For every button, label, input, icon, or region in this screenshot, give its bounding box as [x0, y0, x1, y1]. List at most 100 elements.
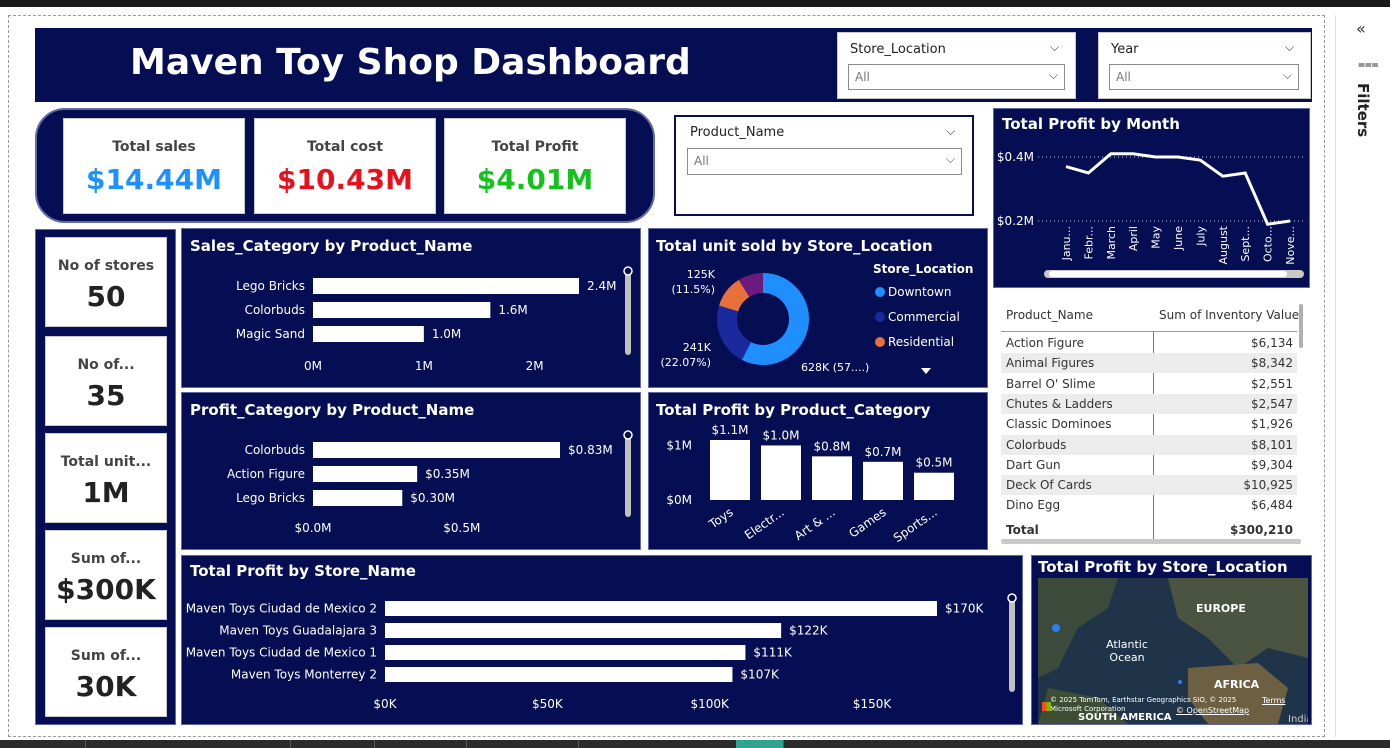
- store-location-slicer[interactable]: Store_Location ⌵ All ⌵: [837, 32, 1076, 99]
- chevron-down-icon[interactable]: ⌵: [1285, 40, 1294, 55]
- map-bubble[interactable]: [1052, 624, 1060, 632]
- table-row[interactable]: Deck Of Cards $10,925: [1001, 475, 1297, 496]
- inventory-value-cell: $2,547: [1251, 396, 1293, 411]
- category-label: Janu...: [1060, 226, 1073, 261]
- filters-label[interactable]: Filters: [1354, 83, 1372, 137]
- map-visual[interactable]: Total Profit by Store_Location EUROPE At…: [1031, 555, 1312, 725]
- tick-label: 2M: [526, 359, 544, 373]
- header-divider: [1001, 331, 1297, 332]
- tick-label: 0M: [304, 359, 322, 373]
- legend-marker: [875, 312, 885, 322]
- table-row[interactable]: Classic Dominoes $1,926: [1001, 414, 1297, 434]
- category-label: Octo...: [1262, 226, 1275, 262]
- tick-label: $0K: [373, 697, 397, 711]
- page-tab[interactable]: [375, 740, 467, 748]
- category-label: June: [1172, 226, 1185, 251]
- table-row[interactable]: Dino Egg $6,484: [1001, 495, 1297, 515]
- page-tab[interactable]: [291, 740, 375, 748]
- legend-marker: [875, 287, 885, 297]
- product-name-slicer[interactable]: Product_Name ⌵ All ⌵: [674, 115, 974, 216]
- side-kpi-card: Sum of... $300K: [45, 530, 167, 620]
- product-name-cell: Chutes & Ladders: [1006, 396, 1113, 411]
- tick-label: $0.0M: [294, 521, 331, 535]
- chevron-down-icon: ⌵: [1282, 68, 1292, 82]
- scroll-handle: [623, 430, 633, 440]
- profit-category-visual[interactable]: Profit_Category by Product_Name Colorbud…: [181, 392, 641, 550]
- page-tab[interactable]: [467, 740, 579, 748]
- map-bubble[interactable]: [1178, 680, 1182, 684]
- kpi-label: No of stores: [57, 258, 155, 274]
- table-row[interactable]: Chutes & Ladders $2,547: [1001, 393, 1297, 414]
- category-label: March: [1105, 226, 1118, 260]
- slicer-label: Store_Location: [850, 42, 946, 57]
- active-page-tab[interactable]: [736, 740, 784, 748]
- bar: [313, 278, 579, 294]
- profit-by-store-visual[interactable]: Total Profit by Store_Name Maven Toys Ci…: [181, 555, 1023, 725]
- category-label: August: [1217, 225, 1230, 264]
- side-kpi-card: Sum of... 30K: [45, 627, 167, 717]
- category-label: Magic Sand: [236, 327, 305, 341]
- column-header[interactable]: Product_Name: [1006, 308, 1093, 322]
- data-label: $170K: [945, 602, 985, 616]
- year-dropdown[interactable]: All ⌵: [1109, 64, 1299, 90]
- map-osm-link[interactable]: © OpenStreetMap: [1176, 706, 1249, 715]
- table-row[interactable]: Colorbuds $8,101: [1001, 434, 1297, 455]
- page-tab[interactable]: [0, 740, 86, 748]
- kpi-label: Total Profit: [491, 139, 579, 155]
- chevron-down-icon: ⌵: [1048, 68, 1058, 82]
- kpi-label: Total unit...: [60, 454, 152, 470]
- units-by-location-visual[interactable]: Total unit sold by Store_Location Store_…: [648, 228, 988, 388]
- h-scroll-thumb: [1049, 271, 1287, 277]
- category-label: Maven Toys Monterrey 2: [231, 668, 377, 682]
- scroll-handle: [1007, 593, 1017, 603]
- product-name-dropdown[interactable]: All ⌵: [687, 148, 962, 175]
- data-label: 125K: [687, 268, 716, 281]
- bar: [313, 442, 560, 458]
- category-label: May: [1150, 226, 1163, 249]
- profit-by-category-visual[interactable]: Total Profit by Product_Category $0M $1M $…: [648, 392, 988, 550]
- scrollbar: [625, 433, 631, 517]
- report-page: Maven Toy Shop Dashboard Store_Location …: [0, 0, 1390, 748]
- map-terms-link[interactable]: Terms: [1262, 696, 1286, 705]
- table-row[interactable]: Barrel O' Slime $2,551: [1001, 374, 1297, 394]
- category-label: Electr...: [742, 505, 787, 542]
- chevron-down-icon[interactable]: ⌵: [946, 124, 955, 139]
- tick-label: $100K: [690, 697, 730, 711]
- bar: [313, 326, 424, 342]
- kpi-label: Total cost: [306, 139, 384, 155]
- category-label: Febr...: [1082, 226, 1095, 259]
- column-header[interactable]: Sum of Inventory Value: [1159, 308, 1299, 322]
- sales-category-visual[interactable]: Sales_Category by Product_Name Lego Bric…: [181, 228, 641, 388]
- inventory-value-cell: $10,925: [1243, 478, 1293, 493]
- chevron-down-icon[interactable]: ⌵: [1050, 40, 1059, 55]
- table-row[interactable]: Animal Figures $8,342: [1001, 353, 1297, 374]
- table-total-row: Total $300,210: [1001, 520, 1297, 540]
- data-label: $0.35M: [425, 467, 470, 481]
- bar: [914, 472, 954, 500]
- page-tab[interactable]: [86, 740, 291, 748]
- table-row[interactable]: Action Figure $6,134: [1001, 333, 1297, 353]
- tick-label: $0.2M: [997, 214, 1034, 228]
- map-canvas[interactable]: EUROPE Atlantic Ocean AFRICA SOUTH AMERI…: [1038, 578, 1308, 724]
- store-location-dropdown[interactable]: All ⌵: [848, 64, 1065, 90]
- legend-item: Residential: [888, 335, 954, 349]
- units-by-location-chart: 628K (57....) 241K (22.07%) 125K (11.5%) Down…: [660, 268, 960, 374]
- dropdown-value: All: [1116, 70, 1131, 84]
- collapse-icon[interactable]: «: [1356, 19, 1366, 38]
- year-slicer[interactable]: Year ⌵ All ⌵: [1098, 32, 1311, 99]
- bar: [313, 302, 491, 318]
- table-h-scrollbar[interactable]: [1001, 539, 1301, 544]
- table-row[interactable]: Dart Gun $9,304: [1001, 455, 1297, 475]
- inventory-table[interactable]: Product_Name Sum of Inventory Value Acti…: [1001, 302, 1303, 544]
- bar: [385, 645, 746, 660]
- slicer-label: Year: [1111, 42, 1139, 57]
- data-label: 1.0M: [432, 327, 461, 341]
- product-name-cell: Animal Figures: [1006, 356, 1095, 371]
- data-label: 1.6M: [498, 303, 527, 317]
- series-line: [1065, 152, 1291, 226]
- filters-pane[interactable]: « ⩶ Filters: [1335, 15, 1390, 737]
- profit-by-month-visual[interactable]: Total Profit by Month $0.2M $0.4M Janu... F…: [993, 108, 1310, 288]
- table-scrollbar[interactable]: [1299, 304, 1303, 348]
- category-label: Maven Toys Guadalajara 3: [219, 624, 377, 638]
- inventory-value-cell: $8,342: [1251, 356, 1293, 371]
